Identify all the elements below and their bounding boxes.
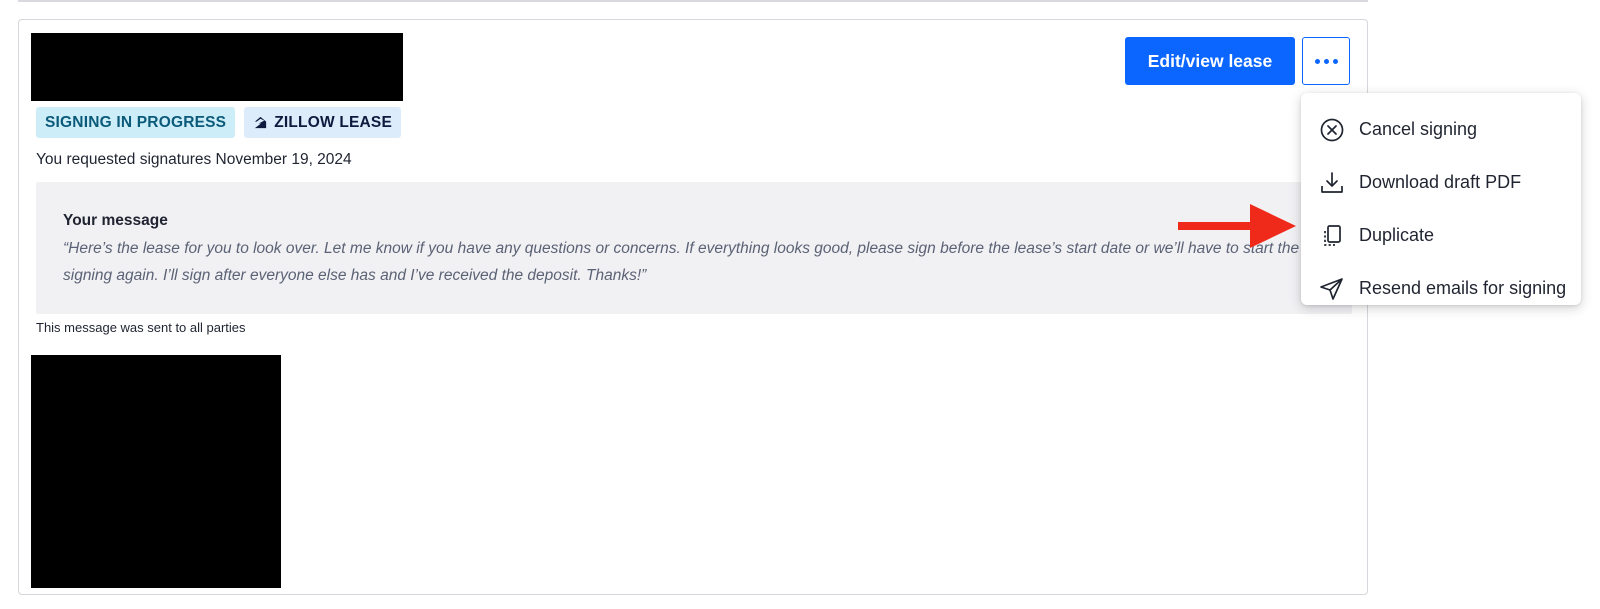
download-icon [1319,170,1345,196]
menu-item-label: Resend emails for signing [1359,278,1567,298]
redacted-region [31,33,403,101]
cancel-circle-icon [1319,117,1345,143]
send-icon [1319,276,1345,302]
badge-row: SIGNING IN PROGRESS ZILLOW LEASE [36,107,401,138]
status-badge: SIGNING IN PROGRESS [36,107,236,138]
more-dots-icon-3 [1332,58,1338,64]
requested-signatures-text: You requested signatures November 19, 20… [36,151,352,168]
menu-item-duplicate[interactable]: Duplicate [1301,209,1581,262]
more-options-menu: Cancel signing Download draft PDF Duplic… [1301,93,1581,305]
menu-item-download-draft-pdf[interactable]: Download draft PDF [1301,156,1581,209]
zillow-logo-icon [255,116,267,129]
top-divider [18,0,1368,2]
menu-item-label: Duplicate [1359,225,1435,245]
menu-item-label: Download draft PDF [1359,172,1522,192]
lease-card: SIGNING IN PROGRESS ZILLOW LEASE You req… [18,19,1368,595]
message-box: Your message “Here’s the lease for you t… [36,182,1352,314]
edit-view-lease-button[interactable]: Edit/view lease [1125,37,1295,85]
menu-item-resend-emails[interactable]: Resend emails for signing [1301,262,1581,315]
menu-item-cancel-signing[interactable]: Cancel signing [1301,103,1581,156]
lease-type-label: ZILLOW LEASE [274,113,392,131]
redacted-region [31,355,281,588]
duplicate-icon [1319,223,1345,249]
more-dots-icon-2 [1323,58,1329,64]
message-title: Your message [63,212,168,229]
sent-note: This message was sent to all parties [36,320,246,335]
more-options-button[interactable] [1302,37,1350,85]
lease-type-badge: ZILLOW LEASE [244,107,401,138]
message-body: “Here’s the lease for you to look over. … [63,240,1300,284]
more-dots-icon [1314,58,1320,64]
menu-item-label: Cancel signing [1359,119,1478,139]
annotation-arrow-icon [1178,204,1296,248]
